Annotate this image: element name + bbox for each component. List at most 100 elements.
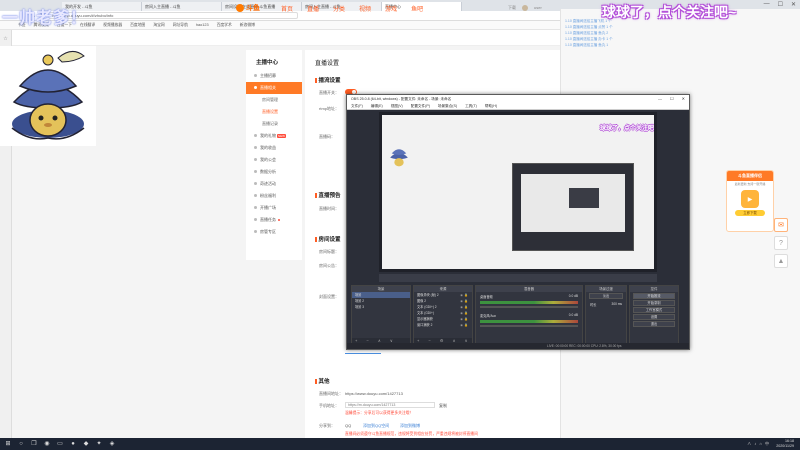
preview-canvas: 球球了，点个关注吧~ xyxy=(382,115,654,269)
section-title-notice: 直播预告 xyxy=(315,191,341,199)
obs-icon[interactable]: ● xyxy=(69,440,77,448)
bookmark-item[interactable]: 网址导航 xyxy=(173,23,188,28)
volume-slider[interactable] xyxy=(480,325,578,327)
obs-preview[interactable]: 球球了，点个关注吧~ xyxy=(379,112,657,272)
companion-promo-card[interactable]: 斗鱼直播伴侣 最新更新 支持一键开播 ▶ 立即下载 xyxy=(726,170,774,232)
preview-mascot-icon xyxy=(386,143,412,169)
bookmark-item[interactable]: 百度地图 xyxy=(130,23,145,28)
sidebar-item-tasks[interactable]: 直播任务 xyxy=(246,214,302,226)
help-icon[interactable]: ? xyxy=(774,236,788,250)
sidebar-item-room-manage[interactable]: 房间管理 xyxy=(246,94,302,106)
promo-subtitle: 最新更新 支持一键开播 xyxy=(734,182,766,186)
search-icon[interactable]: ○ xyxy=(17,440,25,448)
room-link-value[interactable]: https://www.douyu.com/1427713 xyxy=(345,391,403,396)
header-user-area: 下载 user xyxy=(508,5,542,11)
field-label: 直播间地址： xyxy=(319,391,343,396)
obs-menu-item[interactable]: 视图(V) xyxy=(391,104,403,108)
download-button[interactable]: 立即下载 xyxy=(735,210,765,216)
system-tray[interactable]: ∧ ♪ ⌂ 中 xyxy=(747,441,770,447)
chat-line: 1.10 直播间送给主播 鱼丸 2 xyxy=(565,31,609,35)
obs-menu-item[interactable]: 帮助(H) xyxy=(485,104,497,108)
nav-video[interactable]: 视频 xyxy=(359,4,371,13)
volume-slider[interactable] xyxy=(480,306,578,308)
exit-button[interactable]: 退出 xyxy=(633,321,675,327)
nav-live[interactable]: 直播 xyxy=(307,4,319,13)
start-menu-icon[interactable]: ⊞ xyxy=(4,440,12,448)
field-label: 直播时间： xyxy=(319,206,339,211)
obs-menu-item[interactable]: 编辑(E) xyxy=(371,104,383,108)
maximize-button[interactable]: ☐ xyxy=(778,1,783,8)
clock[interactable]: 16:18 2020/11/29 xyxy=(776,439,794,448)
obs-menu-item[interactable]: 场景集合(S) xyxy=(438,104,457,108)
app-icon[interactable]: ◈ xyxy=(108,440,116,448)
bookmark-item[interactable]: 新浪微博 xyxy=(240,23,255,28)
sidebar-item-admin[interactable]: 房管专区 xyxy=(246,226,302,238)
sidebar-item-live-records[interactable]: 直播记录 xyxy=(246,118,302,130)
start-recording-button[interactable]: 开始录制 xyxy=(633,300,675,306)
new-badge: NEW xyxy=(277,134,286,138)
feedback-icon[interactable]: ✉ xyxy=(774,218,788,232)
app-icon[interactable]: ✦ xyxy=(95,440,103,448)
share-qzone-link[interactable]: 添加到QQ空间 xyxy=(363,423,389,429)
nav-yuba[interactable]: 鱼吧 xyxy=(411,4,423,13)
bookmark-item[interactable]: 百度学术 xyxy=(217,23,232,28)
duration-input[interactable]: 300 ms xyxy=(612,302,622,307)
promo-title: 斗鱼直播伴侣 xyxy=(727,171,773,181)
copy-button[interactable]: 复制 xyxy=(439,403,447,409)
start-streaming-button[interactable]: 开始推流 xyxy=(633,293,675,299)
follow-request-overlay: 球球了，点个关注吧~ xyxy=(602,4,737,20)
browser-icon[interactable]: ◉ xyxy=(43,440,51,448)
download-link[interactable]: 下载 xyxy=(508,5,516,11)
close-button[interactable]: ✕ xyxy=(682,96,685,101)
nested-preview xyxy=(512,163,634,251)
back-to-top-icon[interactable]: ▲ xyxy=(774,254,788,268)
site-header xyxy=(12,30,560,46)
share-weibo-link[interactable]: 添加到微博 xyxy=(400,423,420,429)
source-item[interactable]: 窗口捕获 2 ◉🔒 xyxy=(414,322,472,328)
obs-menu-item[interactable]: 配置文件(P) xyxy=(411,104,430,108)
close-button[interactable]: ✕ xyxy=(791,1,796,8)
sidebar-item-activity[interactable]: 奇迹活动 xyxy=(246,178,302,190)
browser-tab[interactable]: 房间入主直播 - 斗鱼 xyxy=(142,2,222,11)
field-label: 封面设置： xyxy=(319,294,339,299)
section-title-room: 房间设置 xyxy=(315,235,341,243)
share-qq[interactable]: QQ xyxy=(345,423,351,428)
douyu-logo[interactable]: 斗鱼 xyxy=(236,3,260,13)
sidebar-item-income[interactable]: 我的收益 xyxy=(246,142,302,154)
mobile-link-input[interactable]: https://m.douyu.com/1427713 xyxy=(345,402,435,408)
transition-select[interactable]: 淡出 xyxy=(589,293,623,299)
bookmark-item[interactable]: 视频播放器 xyxy=(103,23,122,28)
minimize-button[interactable]: — xyxy=(658,96,662,101)
task-view-icon[interactable]: ❐ xyxy=(30,440,38,448)
lantern-mascot-icon xyxy=(11,51,85,140)
scene-item[interactable]: 场景 3 xyxy=(352,304,410,310)
folder-icon[interactable]: ▭ xyxy=(56,440,64,448)
nav-category[interactable]: 分类 xyxy=(333,4,345,13)
nav-home[interactable]: 首页 xyxy=(281,4,293,13)
app-icon[interactable]: ◆ xyxy=(82,440,90,448)
star-icon[interactable]: ☆ xyxy=(3,36,7,42)
sidebar-item-square[interactable]: 开播广场 xyxy=(246,202,302,214)
sidebar-item-data[interactable]: 数据分析 xyxy=(246,166,302,178)
bookmark-item[interactable]: hao123 xyxy=(196,23,209,27)
sidebar-item-gifts[interactable]: 我的礼物 NEW xyxy=(246,130,302,142)
field-label: 手机地址： xyxy=(319,403,339,408)
bookmark-item[interactable]: 淘宝网 xyxy=(153,23,164,28)
sidebar-item-fans[interactable]: 粉丝福利 xyxy=(246,190,302,202)
eye-lock-icon[interactable]: ◉🔒 xyxy=(460,322,469,328)
studio-mode-button[interactable]: 工作室模式 xyxy=(633,307,675,313)
avatar[interactable] xyxy=(522,5,528,11)
duration-row: 时长 300 ms xyxy=(590,302,622,307)
sidebar-item-live-settings[interactable]: 直播设置 xyxy=(246,106,302,118)
settings-button[interactable]: 设置 xyxy=(633,314,675,320)
sidebar-item-recruit[interactable]: 主播招募 xyxy=(246,70,302,82)
progress-line xyxy=(345,353,381,354)
maximize-button[interactable]: ☐ xyxy=(670,96,674,101)
sidebar-item-guild[interactable]: 我的公会 xyxy=(246,154,302,166)
obs-menu-item[interactable]: 工具(T) xyxy=(465,104,477,108)
sidebar-item-live[interactable]: 直播相关 xyxy=(246,82,302,94)
username[interactable]: user xyxy=(534,5,542,11)
minimize-button[interactable]: — xyxy=(764,1,770,8)
obs-menu-item[interactable]: 文件(F) xyxy=(351,104,363,108)
nav-game[interactable]: 游戏 xyxy=(385,4,397,13)
